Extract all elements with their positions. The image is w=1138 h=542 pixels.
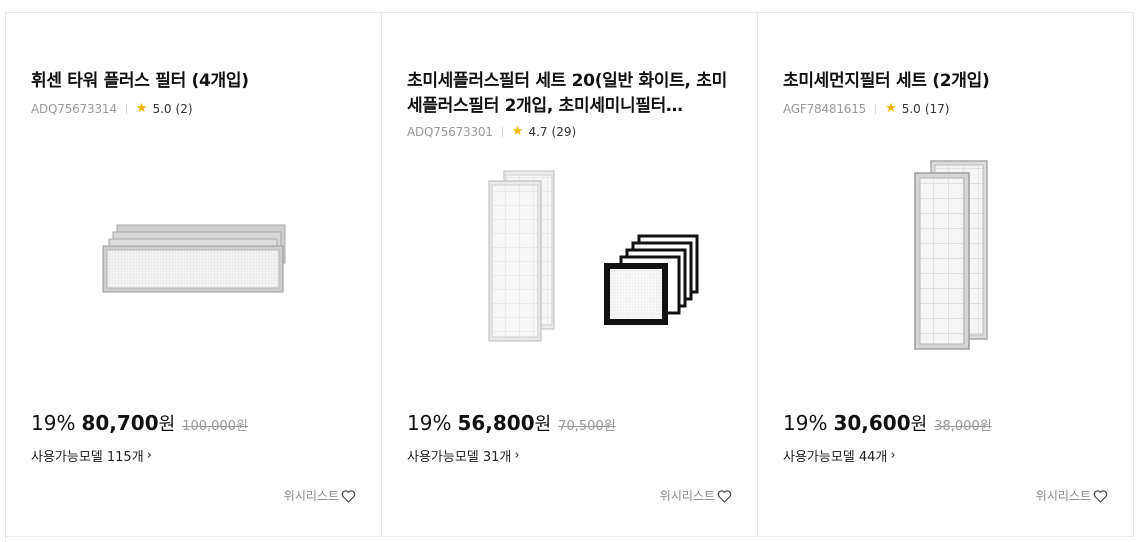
star-icon: ★ [885, 101, 897, 116]
heart-outline-icon [341, 489, 356, 502]
price-row: 19% 56,800 원 70,500원 [407, 410, 616, 436]
product-meta: AGF78481615 ★ 5.0 (17) [783, 101, 949, 116]
product-sku: ADQ75673314 [31, 101, 117, 116]
compatible-models-link[interactable]: 사용가능모델 115개 › [31, 446, 152, 465]
review-count: (2) [175, 101, 193, 116]
compatible-models-link[interactable]: 사용가능모델 31개 › [407, 446, 520, 465]
product-sku: AGF78481615 [783, 101, 867, 116]
wishlist-label: 위시리스트 [283, 489, 339, 503]
chevron-right-icon: › [514, 448, 520, 463]
heart-outline-icon [1093, 489, 1108, 502]
rating-value: 5.0 [901, 101, 921, 116]
sale-price: 80,700 [81, 411, 159, 435]
filter-2pack-image [914, 160, 988, 350]
star-icon: ★ [511, 124, 524, 139]
currency-unit: 원 [910, 414, 928, 435]
filter-set-image [488, 170, 699, 342]
product-title[interactable]: 초미세먼지필터 세트 (2개입) [783, 69, 1108, 94]
product-title[interactable]: 휘센 타워 플러스 필터 (4개입) [31, 69, 356, 94]
discount-rate: 19% [31, 411, 76, 435]
currency-unit: 원 [534, 414, 552, 435]
divider [501, 126, 503, 137]
rating-value: 4.7 [528, 124, 548, 139]
product-card[interactable]: 초미세먼지필터 세트 (2개입) AGF78481615 ★ 5.0 (17) [758, 13, 1134, 537]
wishlist-button[interactable]: 위시리스트 [660, 487, 732, 504]
compatible-models-label: 사용가능모델 115개 [31, 450, 144, 465]
product-card[interactable]: 초미세플러스필터 세트 20(일반 화이트, 초미세플러스필터 2개입, 초미세… [382, 13, 758, 537]
discount-rate: 19% [783, 411, 828, 435]
discount-rate: 19% [407, 411, 452, 435]
product-sku: ADQ75673301 [407, 124, 493, 139]
wishlist-label: 위시리스트 [659, 489, 715, 503]
heart-outline-icon [717, 489, 732, 502]
rating-value: 5.0 [152, 101, 172, 116]
wishlist-button[interactable]: 위시리스트 [284, 487, 356, 504]
review-count: (17) [924, 101, 950, 116]
product-meta: ADQ75673314 ★ 5.0 (2) [31, 101, 193, 116]
original-price: 70,500원 [558, 419, 616, 434]
product-image[interactable] [783, 153, 1108, 393]
review-count: (29) [551, 124, 577, 139]
wishlist-button[interactable]: 위시리스트 [1036, 487, 1108, 504]
sale-price: 56,800 [457, 411, 535, 435]
product-meta: ADQ75673301 ★ 4.7 (29) [407, 124, 576, 139]
product-title[interactable]: 초미세플러스필터 세트 20(일반 화이트, 초미세플러스필터 2개입, 초미세… [407, 69, 732, 119]
wishlist-label: 위시리스트 [1035, 489, 1091, 503]
product-grid: 휘센 타워 플러스 필터 (4개입) ADQ75673314 ★ 5.0 (2) [5, 12, 1134, 542]
chevron-right-icon: › [146, 448, 152, 463]
original-price: 100,000원 [182, 419, 248, 434]
star-icon: ★ [135, 101, 148, 116]
compatible-models-link[interactable]: 사용가능모델 44개 › [783, 446, 896, 465]
product-card[interactable]: 휘센 타워 플러스 필터 (4개입) ADQ75673314 ★ 5.0 (2) [6, 13, 382, 537]
chevron-right-icon: › [890, 448, 896, 463]
currency-unit: 원 [158, 414, 176, 435]
sale-price: 30,600 [833, 411, 911, 435]
product-image[interactable] [31, 139, 356, 379]
divider [125, 103, 127, 114]
divider [875, 103, 877, 114]
price-row: 19% 80,700 원 100,000원 [31, 410, 248, 436]
original-price: 38,000원 [934, 419, 992, 434]
filter-4pack-image [102, 224, 286, 293]
compatible-models-label: 사용가능모델 31개 [407, 450, 512, 465]
price-row: 19% 30,600 원 38,000원 [783, 410, 992, 436]
product-image[interactable] [407, 163, 732, 403]
compatible-models-label: 사용가능모델 44개 [783, 450, 888, 465]
